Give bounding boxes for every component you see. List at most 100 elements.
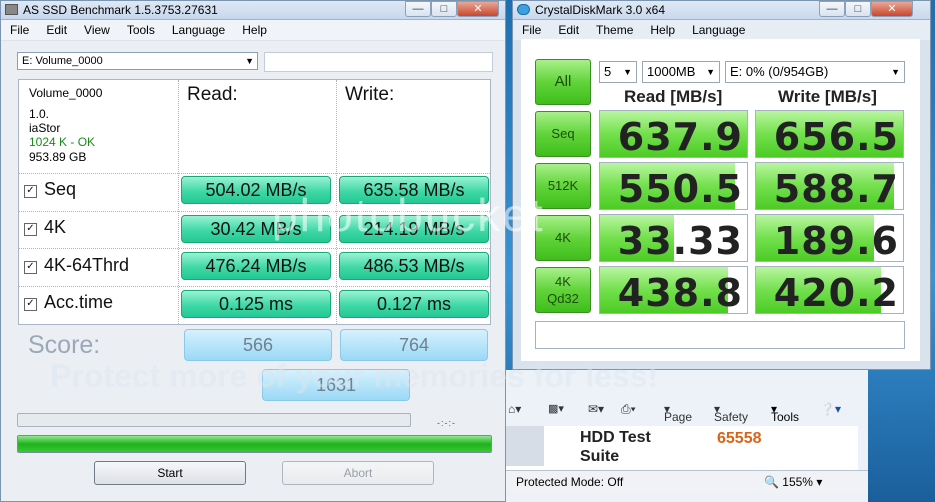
tools-label: Tools bbox=[771, 410, 800, 424]
chevron-down-icon: ▼ bbox=[245, 56, 254, 66]
volume-name: Volume_0000 bbox=[29, 86, 103, 100]
disk-app-icon bbox=[517, 4, 530, 15]
4k64-write-result: 486.53 MB/s bbox=[339, 252, 489, 280]
512k-read-cell: 550.5 bbox=[599, 162, 748, 210]
feeds-icon[interactable]: ▩▾ bbox=[548, 402, 564, 415]
mail-icon[interactable]: ✉▾ bbox=[588, 402, 604, 416]
close-button[interactable]: ✕ bbox=[871, 1, 913, 17]
maximize-button[interactable]: □ bbox=[845, 1, 871, 17]
chevron-down-icon: ▼ bbox=[891, 67, 900, 77]
print-icon[interactable]: ⎙▾ bbox=[621, 402, 636, 417]
score-read: 566 bbox=[184, 329, 332, 361]
volume-size: 953.89 GB bbox=[29, 150, 87, 164]
tools-menu[interactable]: Tools ▾ bbox=[771, 402, 799, 424]
4kqd32-read-cell: 438.8 bbox=[599, 266, 748, 314]
zoom-value: 155% bbox=[782, 475, 813, 489]
crystaldiskmark-window: CrystalDiskMark 3.0 x64 — □ ✕ File Edit Th… bbox=[512, 0, 931, 370]
size-value: 1000MB bbox=[647, 64, 696, 79]
volume-alignment: 1024 K - OK bbox=[29, 135, 96, 149]
as-ssd-menubar: File Edit View Tools Language Help bbox=[1, 20, 505, 41]
seq-write-cell: 656.5 bbox=[755, 110, 904, 158]
menu-language[interactable]: Language bbox=[163, 20, 233, 37]
drive-select-value: E: Volume_0000 bbox=[22, 55, 103, 67]
4k-qd32-button[interactable]: 4K Qd32 bbox=[535, 267, 591, 313]
home-icon[interactable]: ⌂▾ bbox=[508, 402, 521, 416]
write-header: Write: bbox=[345, 84, 395, 105]
as-ssd-title: AS SSD Benchmark 1.5.3753.27631 bbox=[23, 3, 218, 17]
drive-select[interactable]: E: 0% (0/954GB) ▼ bbox=[725, 61, 905, 83]
minimize-button[interactable]: — bbox=[819, 1, 845, 17]
512k-read-value: 550.5 bbox=[617, 167, 743, 210]
volume-driver: iaStor bbox=[29, 121, 61, 135]
4kqd32-read-value: 438.8 bbox=[617, 271, 743, 314]
runs-select[interactable]: 5 ▼ bbox=[599, 61, 637, 83]
hdd-test-score: 65558 bbox=[717, 430, 762, 447]
drive-value: E: 0% (0/954GB) bbox=[730, 64, 829, 79]
start-button[interactable]: Start bbox=[94, 461, 246, 485]
as-ssd-window: AS SSD Benchmark 1.5.3753.27631 — □ ✕ Fi… bbox=[0, 0, 506, 502]
seq-button[interactable]: Seq bbox=[535, 111, 591, 157]
cdm-title: CrystalDiskMark 3.0 x64 bbox=[535, 3, 666, 17]
browser-content: HDD Test Suite 65558 bbox=[506, 426, 858, 470]
watermark-tagline: Protect more of your memories for less! bbox=[50, 358, 659, 394]
chevron-down-icon: ▼ bbox=[706, 67, 715, 77]
drive-info-field bbox=[264, 52, 493, 72]
menu-theme[interactable]: Theme bbox=[587, 20, 641, 37]
zoom-control[interactable]: 🔍 155% ▾ bbox=[764, 475, 822, 489]
comment-field[interactable] bbox=[535, 321, 905, 349]
menu-edit[interactable]: Edit bbox=[37, 20, 75, 37]
acc-write-result: 0.127 ms bbox=[339, 290, 489, 318]
checkbox-icon[interactable]: ✓ bbox=[24, 261, 37, 274]
4k-write-value: 189.6 bbox=[773, 219, 899, 262]
row-acc-time[interactable]: ✓ Acc.time bbox=[24, 292, 113, 313]
seq-read-value: 637.9 bbox=[617, 115, 743, 158]
checkbox-icon[interactable]: ✓ bbox=[24, 185, 37, 198]
menu-view[interactable]: View bbox=[75, 20, 118, 37]
elapsed-time: -:-:- bbox=[437, 418, 456, 428]
protected-mode-status: Protected Mode: Off bbox=[516, 475, 624, 489]
seq-read-cell: 637.9 bbox=[599, 110, 748, 158]
watermark-brand: photobucket bbox=[272, 189, 545, 241]
hdd-test-title-line1: HDD Test bbox=[580, 429, 651, 446]
all-button[interactable]: All bbox=[535, 59, 591, 105]
row-label: Seq bbox=[44, 179, 77, 199]
button-label-line1: 4K bbox=[555, 274, 571, 289]
cdm-menubar: File Edit Theme Help Language bbox=[513, 20, 930, 41]
hdd-test-title-line2: Suite bbox=[580, 448, 620, 465]
drive-select[interactable]: E: Volume_0000 ▼ bbox=[17, 52, 258, 70]
menu-language[interactable]: Language bbox=[683, 20, 753, 37]
4k-read-cell: 33.33 bbox=[599, 214, 748, 262]
row-label: Acc.time bbox=[44, 292, 114, 312]
menu-tools[interactable]: Tools bbox=[118, 20, 163, 37]
score-label: Score: bbox=[28, 331, 101, 359]
checkbox-icon[interactable]: ✓ bbox=[24, 223, 37, 236]
abort-button[interactable]: Abort bbox=[282, 461, 434, 485]
volume-version: 1.0. bbox=[29, 107, 50, 121]
safety-menu[interactable]: Safety ▾ bbox=[714, 402, 748, 424]
row-label: 4K-64Thrd bbox=[44, 255, 130, 275]
close-button[interactable]: ✕ bbox=[457, 1, 499, 17]
menu-help[interactable]: Help bbox=[641, 20, 683, 37]
row-seq[interactable]: ✓ Seq bbox=[24, 179, 76, 200]
cdm-read-header: Read [MB/s] bbox=[624, 87, 723, 106]
checkbox-icon[interactable]: ✓ bbox=[24, 298, 37, 311]
cdm-body: All 5 ▼ 1000MB ▼ E: 0% (0/954GB) ▼ Read [MB… bbox=[521, 39, 920, 361]
safety-label: Safety bbox=[714, 410, 749, 424]
row-4k[interactable]: ✓ 4K bbox=[24, 217, 66, 238]
cdm-write-header: Write [MB/s] bbox=[778, 87, 877, 106]
4k64-read-result: 476.24 MB/s bbox=[181, 252, 331, 280]
4kqd32-write-value: 420.2 bbox=[773, 271, 899, 314]
page-sidebar-strip bbox=[506, 426, 544, 466]
minimize-button[interactable]: — bbox=[405, 1, 431, 17]
row-4k-64thrd[interactable]: ✓ 4K-64Thrd bbox=[24, 255, 129, 276]
menu-file[interactable]: File bbox=[513, 20, 549, 37]
row-label: 4K bbox=[44, 217, 67, 237]
menu-edit[interactable]: Edit bbox=[549, 20, 587, 37]
page-menu[interactable]: Page ▾ bbox=[664, 402, 692, 424]
maximize-button[interactable]: □ bbox=[431, 1, 457, 17]
help-icon[interactable]: ❔▾ bbox=[820, 402, 841, 416]
menu-file[interactable]: File bbox=[1, 20, 37, 37]
size-select[interactable]: 1000MB ▼ bbox=[642, 61, 720, 83]
menu-help[interactable]: Help bbox=[233, 20, 275, 37]
score-write: 764 bbox=[340, 329, 488, 361]
